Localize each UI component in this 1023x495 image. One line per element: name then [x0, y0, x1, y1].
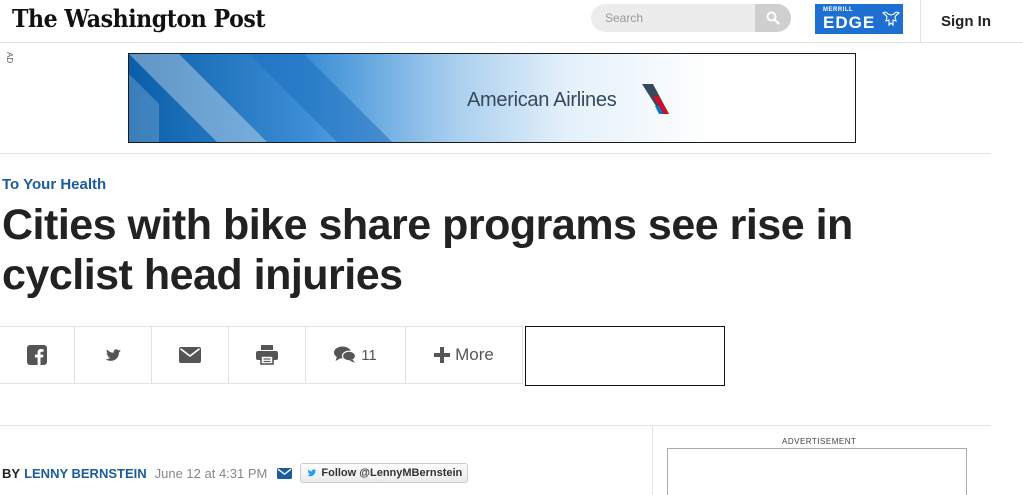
section-divider	[0, 153, 991, 154]
advertisement-label: ADVERTISEMENT	[782, 437, 857, 446]
sidebar-ad-slot[interactable]	[667, 448, 967, 495]
search-button[interactable]	[755, 4, 791, 32]
author-link[interactable]: LENNY BERNSTEIN	[24, 466, 147, 481]
ad-label: AD	[5, 52, 14, 64]
share-facebook-button[interactable]	[0, 326, 75, 384]
sponsor-wordmark: MERRILL EDGE	[823, 7, 875, 31]
plus-icon	[434, 347, 451, 363]
follow-label: Follow @LennyMBernstein	[321, 467, 463, 479]
search-box	[591, 4, 791, 32]
twitter-icon	[307, 469, 317, 477]
comments-icon	[334, 346, 357, 363]
share-twitter-button[interactable]	[75, 326, 152, 384]
american-airlines-banner-ad[interactable]: American Airlines	[128, 53, 856, 143]
search-icon	[766, 11, 780, 25]
more-label: More	[455, 345, 494, 364]
search-input[interactable]	[591, 4, 755, 32]
merrill-edge-sponsor[interactable]: MERRILL EDGE	[815, 4, 903, 34]
email-icon	[179, 347, 201, 363]
publish-date: June 12 at 4:31 PM	[154, 465, 268, 481]
section-kicker-link[interactable]: To Your Health	[2, 176, 106, 193]
share-placeholder-box	[525, 326, 725, 386]
print-icon	[256, 345, 278, 365]
twitter-icon	[104, 348, 121, 361]
top-navigation: The Washington Post MERRILL EDGE Sign In	[0, 0, 1023, 43]
sponsor-big-text: EDGE	[823, 13, 876, 32]
byline-divider	[0, 425, 991, 426]
byline: BY LENNY BERNSTEIN June 12 at 4:31 PM Fo…	[2, 463, 469, 483]
bull-icon	[882, 11, 901, 27]
email-icon	[277, 467, 293, 479]
share-email-button[interactable]	[152, 326, 229, 384]
american-airlines-logo-icon	[642, 84, 669, 114]
sidebar-divider	[652, 426, 653, 495]
more-share-options-button[interactable]: More	[406, 326, 523, 384]
facebook-icon	[27, 345, 47, 365]
sign-in-button[interactable]: Sign In	[921, 0, 1011, 43]
share-print-button[interactable]	[229, 326, 306, 384]
byline-prefix: BY	[2, 465, 21, 481]
comment-count: 11	[361, 346, 377, 364]
banner-advertiser-name: American Airlines	[467, 89, 617, 111]
comments-button[interactable]: 11	[306, 326, 406, 384]
article-headline: Cities with bike share programs see rise…	[2, 201, 853, 299]
email-author-button[interactable]	[277, 467, 293, 479]
twitter-follow-button[interactable]: Follow @LennyMBernstein	[300, 463, 469, 483]
site-logo[interactable]: The Washington Post	[12, 4, 266, 33]
share-bar: 11 More	[0, 326, 523, 384]
